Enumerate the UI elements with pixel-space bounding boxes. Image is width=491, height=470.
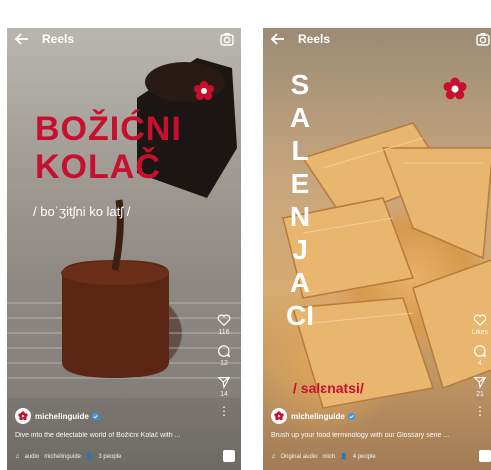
people-label[interactable]: 3 people [98,454,121,460]
reel-footer: michelinguide Dive into the delectable w… [7,404,241,470]
comment-count: 4 [478,360,482,367]
caption[interactable]: Brush up your food terminology with our … [271,432,485,439]
top-bar: Reels [263,28,491,50]
camera-icon[interactable] [219,31,235,47]
share-button[interactable]: 21 [469,375,491,398]
send-icon [473,377,487,389]
like-count: 116 [218,329,230,336]
creator-label[interactable]: michelinguide [44,454,81,460]
camera-icon[interactable] [475,31,491,47]
avatar[interactable] [15,408,31,424]
music-note-icon: ♫ [15,453,20,460]
michelin-star-logo-icon [194,81,214,100]
username[interactable]: michelinguide [291,412,345,421]
comment-icon [474,345,487,358]
audio-label[interactable]: Original audio [281,454,318,460]
overlay-vertical-title: SALENJACI [286,69,314,331]
phonetic-text: / salɛnatsi/ [293,380,364,396]
username[interactable]: michelinguide [35,412,89,421]
comment-button[interactable]: 12 [213,344,235,367]
overlay-title: BOŽIĆNI KOLAČ [35,110,182,186]
avatar[interactable] [271,408,287,424]
heart-icon [473,314,487,327]
top-bar: Reels [7,28,241,50]
creator-label[interactable]: mich [323,454,336,460]
like-button[interactable]: 116 [213,313,235,336]
meta-row: ♫ Original audio mich 👤 4 people [271,453,376,461]
account-row[interactable]: michelinguide [15,408,99,424]
comment-count: 12 [220,360,228,367]
reel-right[interactable]: Reels SALENJACI / salɛnatsi/ Likes 4 21 … [263,28,491,470]
back-arrow-icon[interactable] [270,31,286,47]
like-count: Likes [471,329,489,336]
michelin-avatar-icon [18,411,28,421]
heart-icon [217,314,231,327]
comment-icon [218,345,231,358]
account-row[interactable]: michelinguide [271,408,355,424]
share-button[interactable]: 14 [213,375,235,398]
michelin-star-logo-icon [443,77,467,100]
phonetic-text: / boˈʒitʃni ko latʃ / [33,204,131,219]
like-button[interactable]: Likes [469,313,491,336]
meta-row: ♫ audio michelinguide 👤 3 people [15,453,121,461]
audio-label[interactable]: audio [25,454,40,460]
audio-thumbnail[interactable] [223,450,235,462]
share-count: 21 [476,391,484,398]
back-arrow-icon[interactable] [14,31,30,47]
reel-left[interactable]: Reels BOŽIĆNI KOLAČ / boˈʒitʃni ko latʃ … [7,28,241,470]
caption[interactable]: Dive into the delectable world of Božićn… [15,432,229,439]
comment-button[interactable]: 4 [469,344,491,367]
verified-badge-icon [91,412,99,420]
reel-footer: michelinguide Brush up your food termino… [263,404,491,470]
michelin-avatar-icon [274,411,284,421]
music-note-icon: ♫ [271,453,276,460]
people-label[interactable]: 4 people [353,454,376,460]
share-count: 14 [220,391,228,398]
people-icon: 👤 [340,454,348,460]
reels-title: Reels [42,32,75,46]
people-icon: 👤 [85,454,94,460]
verified-badge-icon [347,412,355,420]
audio-thumbnail[interactable] [479,450,491,462]
send-icon [217,377,231,389]
reels-title: Reels [298,32,331,46]
